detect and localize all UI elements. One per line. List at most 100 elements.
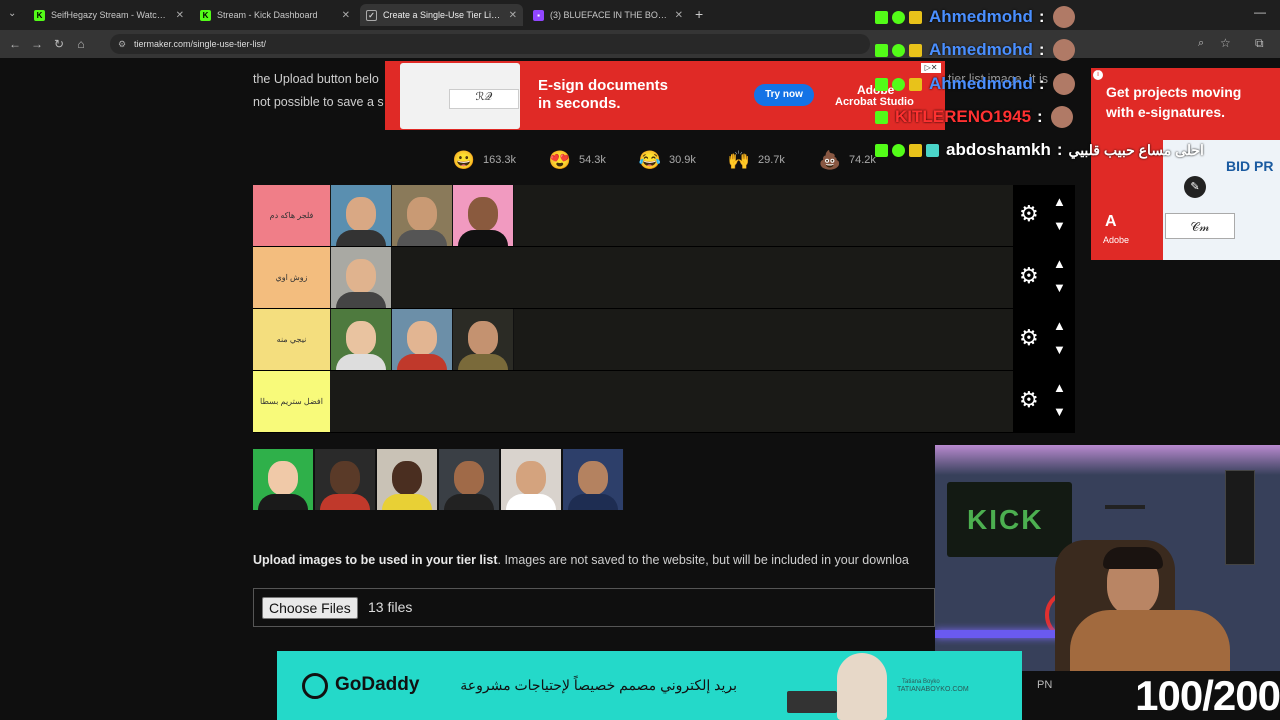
chevron-down-icon[interactable]: ▼	[1053, 405, 1066, 418]
laptop-graphic	[787, 691, 837, 713]
pool-item-image[interactable]	[501, 449, 562, 510]
close-icon[interactable]: ✕	[509, 10, 517, 21]
tab-title: Stream - Kick Dashboard	[217, 10, 318, 20]
tab-seifhegazy[interactable]: K SeifHegazy Stream - Watch Live ✕	[28, 4, 190, 26]
tier-row-1: فلجر هاكه دم ⚙ ▲ ▼	[253, 185, 1075, 247]
grinning-face-icon: 😀	[452, 149, 476, 170]
reaction-2[interactable]: 😍 54.3k	[549, 149, 606, 171]
heart-eyes-icon: 😍	[548, 149, 572, 170]
chevron-up-icon[interactable]: ▲	[1053, 381, 1066, 394]
godaddy-brand: GoDaddy	[335, 674, 420, 695]
chat-separator: :	[1038, 74, 1045, 93]
chat-username: Ahmedmohd	[929, 74, 1033, 93]
crown-badge-icon	[909, 43, 922, 57]
site-info-icon[interactable]: ⚙	[118, 39, 126, 50]
reaction-1[interactable]: 😀 163.3k	[453, 149, 516, 171]
body-shape	[336, 230, 386, 246]
bottom-ad-small-1: Tatiana Boyko	[902, 679, 940, 685]
body-shape	[258, 494, 308, 510]
tier-item-image[interactable]	[331, 309, 392, 370]
side-ad-signature: 𝒞𝓂	[1165, 213, 1235, 239]
chat-separator: :	[1038, 40, 1045, 59]
reaction-3[interactable]: 😂 30.9k	[639, 149, 696, 171]
close-icon[interactable]: ✕	[675, 10, 683, 21]
chevron-up-icon[interactable]: ▲	[1053, 319, 1066, 332]
reaction-4[interactable]: 🙌 29.7k	[728, 149, 785, 171]
face-shape	[346, 321, 376, 355]
tier-label[interactable]: زوش اوي	[253, 247, 330, 308]
tier-label[interactable]: نيجي منه	[253, 309, 330, 370]
tier-label[interactable]: افضل ستريم بسطا	[253, 371, 330, 432]
pool-item-image[interactable]	[315, 449, 376, 510]
pool-item-image[interactable]	[377, 449, 438, 510]
tab-tiermaker[interactable]: ✓ Create a Single-Use Tier List (P ✕	[360, 4, 523, 26]
tier-label[interactable]: فلجر هاكه دم	[253, 185, 330, 246]
tier-item-image[interactable]	[331, 185, 392, 246]
chevron-down-icon[interactable]: ▼	[1053, 219, 1066, 232]
face-shape	[407, 197, 437, 231]
tier-item-image[interactable]	[453, 309, 514, 370]
bookmark-star-icon[interactable]: ☆	[1220, 36, 1231, 50]
chat-message: abdoshamkh: احلى مساع حبيب قلبيي	[875, 137, 1204, 163]
chevron-down-icon[interactable]: ▼	[1053, 343, 1066, 356]
top-ad-banner[interactable]: ℛ𝒬 E-sign documents in seconds. Try now …	[385, 61, 945, 130]
upload-instructions: Upload images to be used in your tier li…	[253, 553, 933, 567]
pen-icon: ✎	[1184, 176, 1206, 198]
ad-cta-button[interactable]: Try now	[754, 84, 814, 106]
gear-icon[interactable]: ⚙	[1019, 389, 1039, 411]
forward-icon[interactable]: →	[26, 37, 48, 51]
twitch-icon: ▪	[533, 9, 544, 21]
home-icon[interactable]: ⌂	[70, 37, 92, 51]
reload-icon[interactable]: ↻	[48, 37, 70, 51]
kick-icon: K	[34, 9, 45, 21]
bottom-ad-banner[interactable]: GoDaddy بريد إلكتروني مصمم خصيصاً لإحتيا…	[277, 651, 1022, 720]
tier-item-image[interactable]	[392, 309, 453, 370]
tab-kick-dashboard[interactable]: K Stream - Kick Dashboard ✕	[194, 4, 356, 26]
tier-row-3: نيجي منه ⚙ ▲ ▼	[253, 309, 1075, 371]
body-shape	[397, 354, 447, 370]
pool-item-image[interactable]	[439, 449, 500, 510]
ad-info-icon[interactable]: i	[1093, 70, 1103, 80]
plus-badge-icon	[892, 143, 905, 157]
extensions-icon[interactable]: ⧉	[1255, 36, 1264, 51]
reaction-5[interactable]: 💩 74.2k	[819, 149, 876, 171]
chevron-up-icon[interactable]: ▲	[1053, 257, 1066, 270]
tiermaker-icon: ✓	[366, 9, 377, 21]
gear-icon[interactable]: ⚙	[1019, 327, 1039, 349]
body-shape	[458, 230, 508, 246]
chevron-up-icon[interactable]: ▲	[1053, 195, 1066, 208]
kick-badge-icon	[875, 77, 888, 91]
url-field[interactable]: ⚙ tiermaker.com/single-use-tier-list/	[110, 34, 870, 54]
chat-username: Ahmedmohd	[929, 40, 1033, 59]
file-input-box: Choose Files 13 files	[253, 588, 935, 627]
tier-controls: ⚙ ▲ ▼	[1013, 185, 1075, 246]
zoom-icon[interactable]: ⌕	[1198, 37, 1204, 50]
new-tab-button[interactable]: +	[695, 6, 703, 22]
face-shape	[468, 197, 498, 231]
body-shape	[458, 354, 508, 370]
tier-item-image[interactable]	[392, 185, 453, 246]
tier-item-image[interactable]	[331, 247, 392, 308]
gear-icon[interactable]: ⚙	[1019, 203, 1039, 225]
plus-badge-icon	[892, 10, 905, 24]
chevron-down-icon[interactable]: ▼	[1053, 281, 1066, 294]
face-shape	[516, 461, 546, 495]
minimize-button[interactable]: —	[1254, 5, 1266, 19]
laughing-face-icon: 😂	[638, 149, 662, 170]
tier-item-image[interactable]	[453, 185, 514, 246]
side-ad-bid-text: BID PR	[1226, 158, 1274, 174]
streamer-hair	[1103, 547, 1163, 569]
choose-files-button[interactable]: Choose Files	[262, 597, 358, 619]
pool-item-image[interactable]	[563, 449, 624, 510]
tab-search-icon[interactable]: ⌄	[8, 8, 16, 19]
side-ad-banner[interactable]: i Get projects moving with e-signatures.…	[1091, 68, 1280, 260]
back-icon[interactable]: ←	[4, 37, 26, 51]
close-icon[interactable]: ✕	[342, 10, 350, 21]
tab-blueface[interactable]: ▪ (3) BLUEFACE IN THE BOOTH ✕	[527, 4, 689, 26]
tier-controls: ⚙ ▲ ▼	[1013, 247, 1075, 308]
gear-icon[interactable]: ⚙	[1019, 265, 1039, 287]
reaction-count: 30.9k	[669, 154, 696, 166]
face-shape	[346, 259, 376, 293]
pool-item-image[interactable]	[253, 449, 314, 510]
close-icon[interactable]: ✕	[176, 10, 184, 21]
